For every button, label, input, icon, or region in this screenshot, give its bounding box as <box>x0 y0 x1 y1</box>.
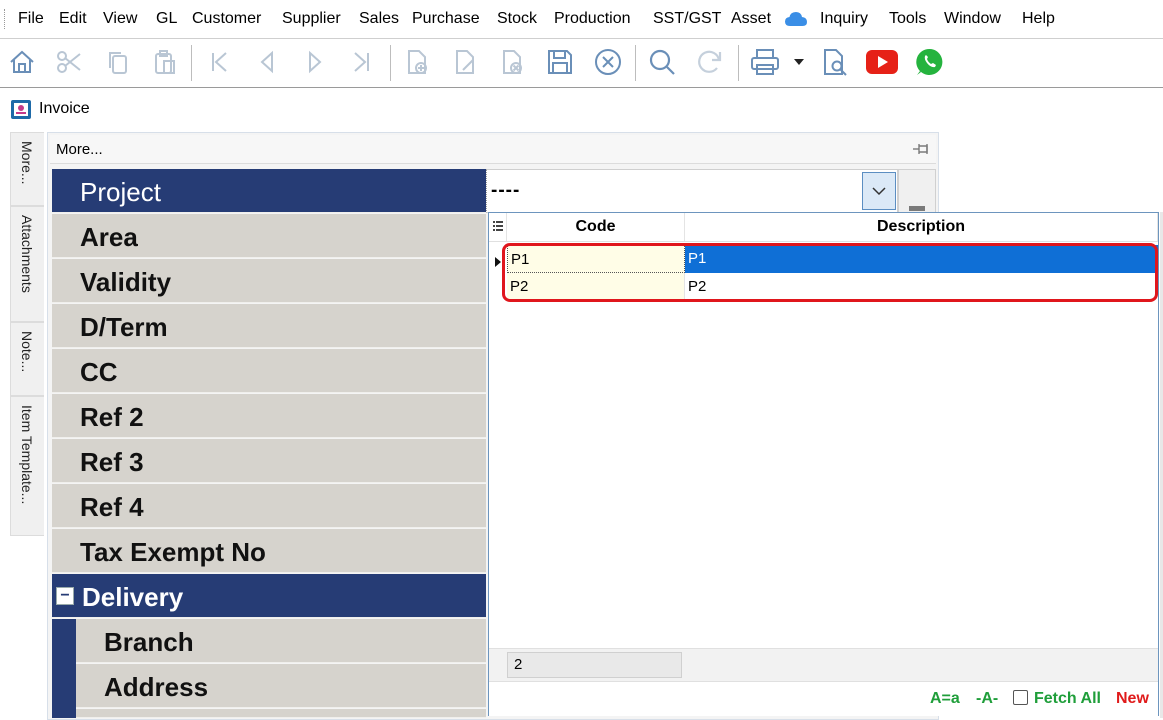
panel-header-title: More... <box>56 141 103 158</box>
fetch-all-label: Fetch All <box>1034 690 1101 707</box>
menu-file[interactable]: File <box>18 9 44 29</box>
field-label-ref-4[interactable]: Ref 4 <box>52 484 486 528</box>
field-label-area[interactable]: Area <box>52 214 486 258</box>
side-tab-more[interactable]: More... <box>10 132 44 206</box>
menu-view[interactable]: View <box>103 9 137 29</box>
field-label-ref-3[interactable]: Ref 3 <box>52 439 486 483</box>
field-label-tax-exempt-no[interactable]: Tax Exempt No <box>52 529 486 573</box>
toolbar <box>0 39 1163 88</box>
section-delivery[interactable]: − Delivery <box>52 574 486 618</box>
menu-stock[interactable]: Stock <box>497 9 537 29</box>
new-record-link[interactable]: New <box>1116 690 1149 708</box>
lookup-dropdown: Code Description P1 P1 P2 P2 2 A=a -A- F… <box>488 212 1159 716</box>
preview-icon[interactable] <box>818 45 852 79</box>
field-label-ref-2[interactable]: Ref 2 <box>52 394 486 438</box>
document-title-text: Invoice <box>39 100 90 117</box>
current-row-indicator-icon <box>495 254 501 272</box>
print-dropdown-icon[interactable] <box>786 45 812 79</box>
delete-document-icon[interactable] <box>495 45 529 79</box>
partial-match-toggle[interactable]: -A- <box>976 690 998 708</box>
side-tab-item-template[interactable]: Item Template... <box>10 396 44 536</box>
copy-icon[interactable] <box>101 45 135 79</box>
refresh-icon[interactable] <box>693 45 727 79</box>
cancel-icon[interactable] <box>591 45 625 79</box>
field-label-project[interactable]: Project <box>52 169 486 213</box>
lookup-options-bar: A=a -A- Fetch All New <box>489 681 1158 716</box>
table-row[interactable]: P2 P2 <box>489 273 1158 301</box>
menu-purchase[interactable]: Purchase <box>412 9 480 29</box>
row-description-cell[interactable]: P2 <box>685 273 1158 301</box>
field-label-next <box>76 709 486 718</box>
whatsapp-icon[interactable] <box>913 45 947 79</box>
menu-edit[interactable]: Edit <box>59 9 87 29</box>
grid-header: Code Description <box>489 213 1158 242</box>
project-combobox-value: ---- <box>491 180 521 201</box>
column-header-description[interactable]: Description <box>685 213 1158 241</box>
grid-footer: 2 <box>489 648 1158 681</box>
previous-record-icon[interactable] <box>250 45 284 79</box>
save-icon[interactable] <box>543 45 577 79</box>
new-document-icon[interactable] <box>400 45 434 79</box>
invoice-icon <box>10 98 32 125</box>
field-label-branch[interactable]: Branch <box>76 619 486 663</box>
menu-grip <box>4 9 8 29</box>
toolbar-separator <box>390 45 391 81</box>
project-combobox[interactable]: ---- <box>486 169 898 213</box>
field-label-cc[interactable]: CC <box>52 349 486 393</box>
chevron-down-icon <box>872 186 886 195</box>
side-tab-note[interactable]: Note... <box>10 322 44 396</box>
next-record-icon[interactable] <box>298 45 332 79</box>
menu-gl[interactable]: GL <box>156 9 177 29</box>
field-label-address[interactable]: Address <box>76 664 486 708</box>
field-label-validity[interactable]: Validity <box>52 259 486 303</box>
collapse-toggle[interactable]: − <box>56 587 74 605</box>
fetch-all-checkbox[interactable] <box>1013 690 1028 705</box>
menu-bar: File Edit View GL Customer Supplier Sale… <box>0 0 1163 39</box>
row-code-cell[interactable]: P2 <box>507 273 685 301</box>
first-record-icon[interactable] <box>202 45 236 79</box>
edit-document-icon[interactable] <box>448 45 482 79</box>
search-icon[interactable] <box>645 45 679 79</box>
youtube-icon[interactable] <box>865 45 899 79</box>
ellipsis-mark <box>909 206 925 211</box>
print-icon[interactable] <box>748 45 782 79</box>
menu-supplier[interactable]: Supplier <box>282 9 341 29</box>
cut-icon[interactable] <box>52 45 86 79</box>
menu-customer[interactable]: Customer <box>192 9 261 29</box>
paste-icon[interactable] <box>148 45 182 79</box>
table-row[interactable]: P1 P1 <box>489 245 1158 273</box>
menu-tools[interactable]: Tools <box>889 9 926 29</box>
menu-help[interactable]: Help <box>1022 9 1055 29</box>
cloud-icon[interactable] <box>784 10 808 33</box>
pin-icon[interactable] <box>912 140 932 163</box>
home-icon[interactable] <box>5 45 39 79</box>
combo-dropdown-button[interactable] <box>862 172 896 210</box>
row-description-cell[interactable]: P1 <box>685 245 1158 273</box>
case-sensitive-toggle[interactable]: A=a <box>930 690 960 708</box>
menu-asset[interactable]: Asset <box>731 9 771 29</box>
menu-window[interactable]: Window <box>944 9 1001 29</box>
record-count: 2 <box>507 652 682 678</box>
field-label-d-term[interactable]: D/Term <box>52 304 486 348</box>
menu-production[interactable]: Production <box>554 9 631 29</box>
last-record-icon[interactable] <box>345 45 379 79</box>
delivery-indent-bar <box>52 619 76 718</box>
row-code-cell[interactable]: P1 <box>507 245 685 273</box>
column-header-code[interactable]: Code <box>507 213 685 241</box>
column-chooser-icon[interactable] <box>489 213 507 241</box>
menu-inquiry[interactable]: Inquiry <box>820 9 868 29</box>
toolbar-separator <box>635 45 636 81</box>
toolbar-separator <box>191 45 192 81</box>
panel-header: More... <box>50 135 936 164</box>
combo-side-button[interactable] <box>898 169 936 213</box>
menu-sst-gst[interactable]: SST/GST <box>653 9 721 29</box>
toolbar-separator <box>738 45 739 81</box>
menu-sales[interactable]: Sales <box>359 9 399 29</box>
side-tab-attachments[interactable]: Attachments <box>10 206 44 322</box>
